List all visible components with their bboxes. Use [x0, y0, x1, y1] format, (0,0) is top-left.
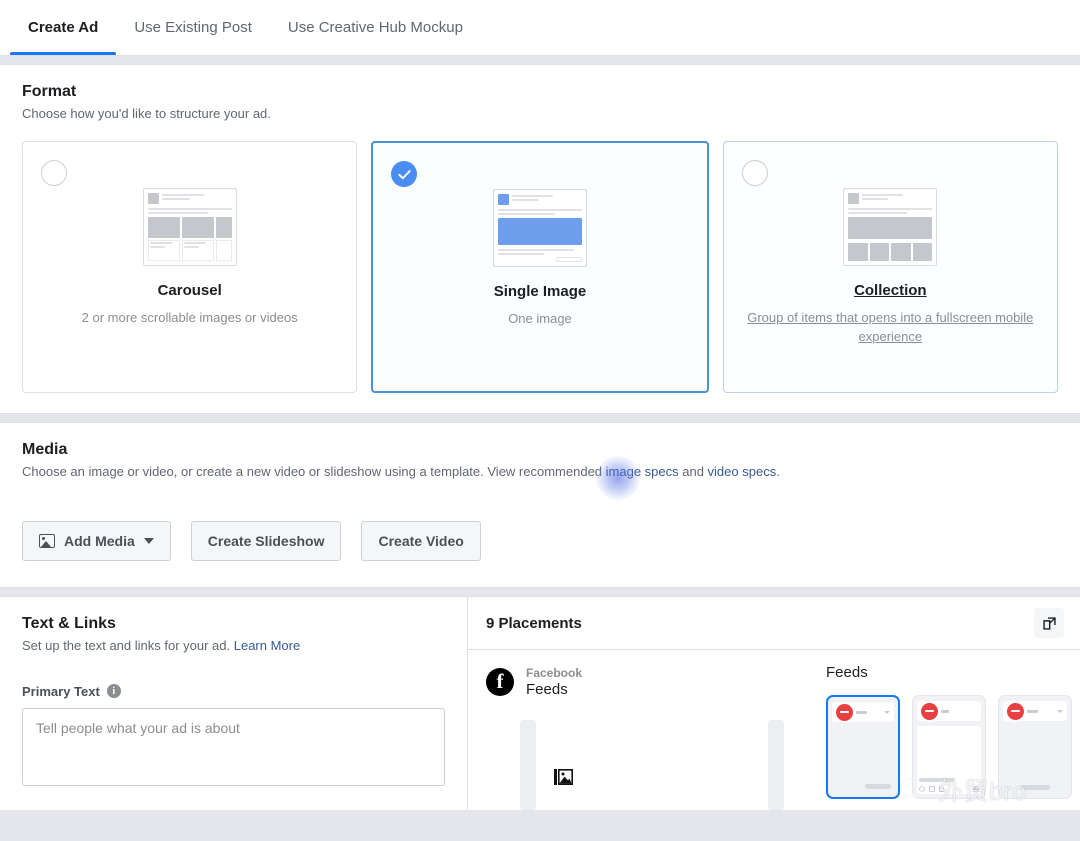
preview-thumbnails-column: Feeds — [818, 650, 1080, 810]
info-icon[interactable]: i — [106, 684, 121, 699]
image-icon — [39, 534, 55, 549]
create-video-label: Create Video — [378, 533, 464, 550]
preview-canvas — [536, 720, 768, 810]
tab-use-existing-post[interactable]: Use Existing Post — [116, 0, 270, 55]
media-section: Media Choose an image or video, or creat… — [0, 422, 1080, 589]
format-title: Format — [22, 83, 77, 100]
format-card-collection[interactable]: Collection Group of items that opens int… — [722, 141, 1058, 394]
popout-preview-button[interactable] — [1034, 608, 1064, 639]
video-specs-link[interactable]: video specs — [708, 464, 777, 479]
tab-label: Use Creative Hub Mockup — [287, 19, 463, 36]
image-placeholder-icon — [554, 769, 573, 786]
preview-thumbnail-list — [826, 695, 1080, 800]
tab-create-ad[interactable]: Create Ad — [10, 0, 117, 55]
primary-text-label: Primary Text — [22, 683, 100, 699]
text-and-links-panel: Text & Links Set up the text and links f… — [0, 597, 468, 811]
preview-group-label: Feeds — [826, 664, 868, 682]
section-divider — [0, 588, 1080, 597]
tab-use-creative-hub-mockup[interactable]: Use Creative Hub Mockup — [270, 0, 481, 55]
media-subtitle-and: and — [678, 464, 708, 480]
placement-platform: Facebook — [526, 666, 583, 681]
preview-thumb-bar — [1003, 701, 1067, 722]
radio-carousel[interactable] — [41, 160, 67, 187]
placements-panel: 9 Placements f Facebook Feeds Feeds — [468, 597, 1080, 811]
check-icon — [398, 169, 411, 179]
section-divider — [0, 414, 1080, 423]
create-video-button[interactable]: Create Video — [361, 521, 481, 562]
media-title: Media — [22, 441, 68, 459]
text-links-subtitle-text: Set up the text and links for your ad. — [22, 638, 234, 654]
preview-thumb-bar — [917, 701, 981, 722]
add-media-label: Add Media — [64, 533, 135, 550]
media-subtitle-text: Choose an image or video, or create a ne… — [22, 464, 606, 480]
preview-left-panel — [520, 720, 536, 811]
preview-thumbnail[interactable] — [998, 695, 1072, 800]
preview-thumb-bar — [832, 702, 894, 723]
format-card-description: 2 or more scrollable images or videos — [81, 310, 298, 326]
collection-thumbnail — [843, 188, 938, 267]
preview-thumb-footer — [919, 778, 979, 793]
tab-label: Use Existing Post — [134, 19, 252, 36]
format-section: Format Choose how you'd like to structur… — [0, 64, 1080, 415]
placements-header: 9 Placements — [468, 597, 1080, 651]
placement-item-facebook-feeds[interactable]: f Facebook Feeds — [486, 666, 818, 698]
placements-title: 9 Placements — [486, 614, 582, 632]
primary-text-placeholder: Tell people what your ad is about — [36, 719, 240, 736]
bottom-split: Text & Links Set up the text and links f… — [0, 596, 1080, 811]
format-card-title: Single Image — [493, 283, 587, 301]
format-card-single-image[interactable]: Single Image One image — [371, 141, 709, 394]
learn-more-link[interactable]: Learn More — [234, 638, 300, 653]
facebook-icon: f — [486, 668, 514, 697]
placement-surface: Feeds — [526, 681, 568, 699]
format-card-title: Carousel — [157, 282, 222, 300]
format-subtitle: Choose how you'd like to structure your … — [22, 106, 271, 121]
text-links-title: Text & Links — [22, 615, 116, 633]
preview-thumbnail[interactable] — [826, 695, 900, 800]
placements-body: f Facebook Feeds Feeds — [468, 650, 1080, 811]
blocked-icon — [836, 703, 853, 721]
media-subtitle-end: . — [776, 464, 780, 480]
ads-manager-page: Create Ad Use Existing Post Use Creative… — [0, 0, 1080, 841]
preview-right-panel — [768, 720, 784, 811]
carousel-thumbnail — [142, 188, 237, 267]
single-image-thumbnail — [492, 189, 587, 268]
ad-preview-stage — [486, 720, 818, 811]
blocked-icon — [1007, 702, 1024, 720]
format-card-description: One image — [508, 311, 572, 327]
blocked-icon — [921, 702, 938, 720]
media-button-group: Add Media Create Slideshow Create Video — [22, 521, 1058, 562]
create-slideshow-button[interactable]: Create Slideshow — [190, 521, 342, 562]
chevron-down-icon — [143, 538, 154, 545]
radio-collection[interactable] — [741, 160, 768, 187]
format-card-title: Collection — [854, 282, 927, 300]
create-slideshow-label: Create Slideshow — [207, 533, 325, 550]
external-link-icon — [1042, 617, 1056, 630]
tab-bar: Create Ad Use Existing Post Use Creative… — [0, 0, 1080, 56]
format-card-list: Carousel 2 or more scrollable images or … — [22, 141, 1058, 394]
section-divider — [0, 56, 1080, 64]
primary-text-input[interactable]: Tell people what your ad is about — [22, 707, 445, 786]
image-specs-link[interactable]: image specs — [606, 464, 679, 479]
media-subtitle: Choose an image or video, or create a ne… — [22, 463, 1058, 481]
tab-label: Create Ad — [28, 19, 99, 36]
text-links-subtitle: Set up the text and links for your ad. L… — [22, 637, 445, 655]
primary-text-label-row: Primary Text i — [22, 684, 445, 699]
add-media-button[interactable]: Add Media — [22, 521, 171, 562]
format-card-description: Group of items that opens into a fullscr… — [747, 310, 1034, 345]
placement-detail-column: f Facebook Feeds — [468, 650, 818, 811]
radio-single-image[interactable] — [391, 161, 418, 188]
format-card-carousel[interactable]: Carousel 2 or more scrollable images or … — [22, 141, 358, 394]
preview-thumbnail[interactable] — [912, 695, 986, 800]
